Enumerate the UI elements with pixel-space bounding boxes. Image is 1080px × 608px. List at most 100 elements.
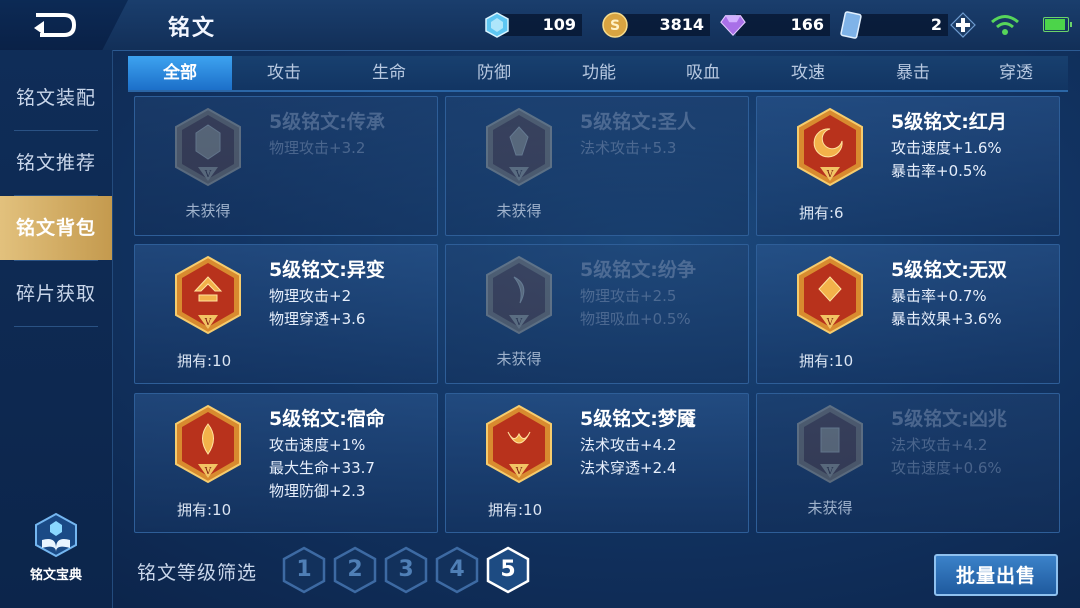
- tab-utility[interactable]: 功能: [547, 56, 651, 90]
- level-mark: V: [515, 170, 523, 180]
- inscription-stat: 暴击率+0.7%: [891, 287, 987, 305]
- level-mark: V: [826, 170, 834, 180]
- codex-label: 铭文宝典: [29, 568, 82, 583]
- inscription-name: 5级铭文:宿命: [269, 408, 385, 430]
- inscription-name: 5级铭文:梦魇: [580, 408, 696, 430]
- add-card-button[interactable]: [950, 12, 976, 38]
- top-bar: 铭文 109 S 3814 166 2: [0, 0, 1080, 51]
- inscription-stat: 攻击速度+0.6%: [891, 459, 1002, 477]
- tab-attack[interactable]: 攻击: [232, 56, 336, 90]
- level-mark: V: [204, 467, 212, 477]
- level-filter-3[interactable]: 3: [384, 546, 428, 594]
- level-mark: V: [515, 467, 523, 477]
- category-tabs: 全部 攻击 生命 防御 功能 吸血 攻速 暴击 穿透: [128, 56, 1068, 92]
- plus-icon: [950, 12, 976, 38]
- divider: [14, 260, 98, 261]
- inscription-stat: 法术穿透+2.4: [580, 459, 677, 477]
- inscription-emblem-icon: V: [486, 107, 552, 187]
- inscription-card-icon: [838, 11, 864, 39]
- codex-button[interactable]: 铭文宝典: [20, 512, 92, 583]
- inscription-stat: 物理穿透+3.6: [269, 310, 366, 328]
- level-number: 2: [347, 557, 363, 582]
- inscription-card[interactable]: V 5级铭文:圣人法术攻击+5.3 未获得: [445, 96, 749, 236]
- diamond-counter: 109: [484, 12, 582, 38]
- not-obtained-label: 未获得: [807, 499, 853, 517]
- inscription-card[interactable]: V 5级铭文:宿命 攻击速度+1% 最大生命+33.7 物理防御+2.3 拥有:10: [134, 393, 438, 533]
- inscription-card[interactable]: V 5级铭文:纷争物理攻击+2.5 物理吸血+0.5% 未获得: [445, 244, 749, 384]
- sidebar-item-fragments[interactable]: 碎片获取: [0, 262, 112, 326]
- inscription-stat: 物理防御+2.3: [269, 482, 366, 500]
- not-obtained-label: 未获得: [496, 350, 542, 368]
- inscription-stat: 法术攻击+4.2: [580, 436, 677, 454]
- not-obtained-label: 未获得: [496, 202, 542, 220]
- level-number: 3: [398, 557, 414, 582]
- sidebar-item-assemble[interactable]: 铭文装配: [0, 66, 112, 130]
- back-button[interactable]: [0, 0, 128, 50]
- tab-penetration[interactable]: 穿透: [964, 56, 1068, 90]
- gem-counter: 166: [720, 12, 830, 38]
- level-filter-1[interactable]: 1: [282, 546, 326, 594]
- inscription-name: 5级铭文:圣人: [580, 111, 696, 133]
- bulk-sell-button[interactable]: 批量出售: [934, 554, 1058, 596]
- level-number: 1: [296, 557, 312, 582]
- inscription-emblem-icon: V: [486, 404, 552, 484]
- inscription-stat: 暴击效果+3.6%: [891, 310, 1002, 328]
- inscription-emblem-icon: V: [797, 107, 863, 187]
- purple-gem-icon: [720, 12, 746, 38]
- not-obtained-label: 未获得: [185, 202, 231, 220]
- inscription-stat: 物理吸血+0.5%: [580, 310, 691, 328]
- inscription-name: 5级铭文:凶兆: [891, 408, 1007, 430]
- level-mark: V: [204, 170, 212, 180]
- inscription-stat: 攻击速度+1.6%: [891, 139, 1002, 157]
- level-filter-2[interactable]: 2: [333, 546, 377, 594]
- inscription-emblem-icon: V: [797, 255, 863, 335]
- tab-all[interactable]: 全部: [128, 56, 232, 90]
- inscription-stat: 物理攻击+2.5: [580, 287, 677, 305]
- inscription-stat: 暴击率+0.5%: [891, 162, 987, 180]
- owned-count: 拥有:10: [177, 352, 232, 370]
- level-mark: V: [826, 318, 834, 328]
- tab-health[interactable]: 生命: [337, 56, 441, 90]
- inscription-stat: 法术攻击+5.3: [580, 139, 677, 157]
- inscription-stat: 物理攻击+2: [269, 287, 352, 305]
- inscription-stat: 物理攻击+3.2: [269, 139, 366, 157]
- diamond-icon: [484, 12, 510, 38]
- sidebar-item-backpack[interactable]: 铭文背包: [0, 196, 112, 260]
- sidebar-item-recommend[interactable]: 铭文推荐: [0, 131, 112, 195]
- back-arrow-icon: [34, 13, 77, 37]
- svg-text:S: S: [610, 18, 620, 34]
- inscription-card[interactable]: V 5级铭文:异变物理攻击+2 物理穿透+3.6 拥有:10: [134, 244, 438, 384]
- level-mark: V: [204, 318, 212, 328]
- level-filter-5[interactable]: 5: [486, 546, 530, 594]
- owned-count: 拥有:10: [799, 352, 854, 370]
- owned-count: 拥有:10: [488, 501, 543, 519]
- battery-icon: [1043, 17, 1072, 32]
- gold-counter: S 3814: [602, 12, 710, 38]
- inscription-stat: 法术攻击+4.2: [891, 436, 988, 454]
- tab-attack-speed[interactable]: 攻速: [756, 56, 860, 90]
- tab-lifesteal[interactable]: 吸血: [651, 56, 755, 90]
- tab-critical[interactable]: 暴击: [861, 56, 965, 90]
- inscription-stat: 攻击速度+1%: [269, 436, 366, 454]
- owned-count: 拥有:6: [799, 204, 844, 222]
- inscription-emblem-icon: V: [175, 255, 241, 335]
- inscription-name: 5级铭文:纷争: [580, 259, 696, 281]
- owned-count: 拥有:10: [177, 501, 232, 519]
- tab-defense[interactable]: 防御: [442, 56, 546, 90]
- inscription-card[interactable]: V 5级铭文:无双暴击率+0.7% 暴击效果+3.6% 拥有:10: [756, 244, 1060, 384]
- inscription-name: 5级铭文:异变: [269, 259, 385, 281]
- inscription-emblem-icon: V: [486, 255, 552, 335]
- divider: [14, 326, 98, 327]
- level-number: 4: [449, 557, 465, 582]
- level-number: 5: [500, 557, 516, 582]
- inscription-name: 5级铭文:红月: [891, 111, 1007, 133]
- inscription-name: 5级铭文:传承: [269, 111, 385, 133]
- inscription-card[interactable]: V 5级铭文:红月攻击速度+1.6% 暴击率+0.5% 拥有:6: [756, 96, 1060, 236]
- inscription-card[interactable]: V 5级铭文:凶兆 法术攻击+4.2 攻击速度+0.6% 未获得: [756, 393, 1060, 533]
- level-filter-4[interactable]: 4: [435, 546, 479, 594]
- inscription-card[interactable]: V 5级铭文:传承物理攻击+3.2 未获得: [134, 96, 438, 236]
- card-counter: 2: [838, 11, 976, 39]
- inscription-name: 5级铭文:无双: [891, 259, 1007, 281]
- inscription-card[interactable]: V 5级铭文:梦魇法术攻击+4.2 法术穿透+2.4 拥有:10: [445, 393, 749, 533]
- level-filter-label: 铭文等级筛选: [137, 562, 258, 584]
